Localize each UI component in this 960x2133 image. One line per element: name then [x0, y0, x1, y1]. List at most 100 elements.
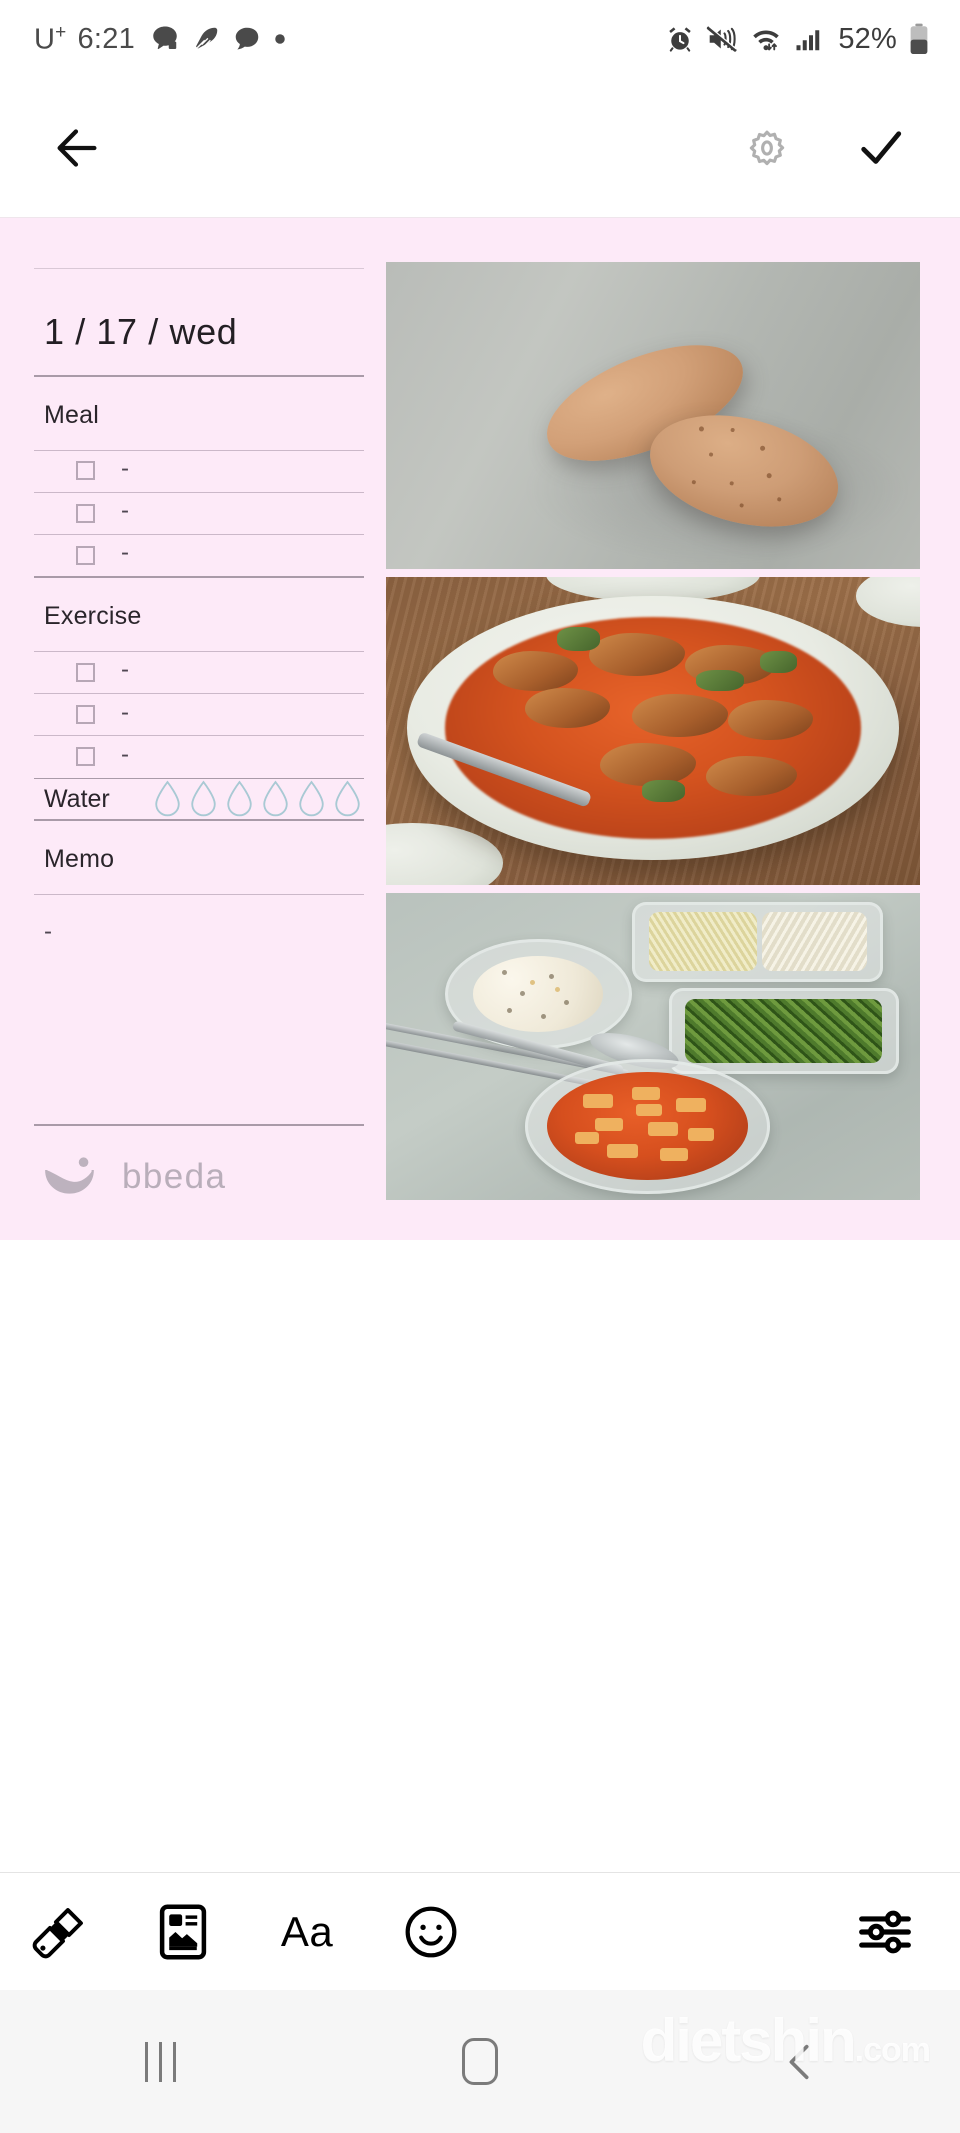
exercise-row-3[interactable]: - — [34, 736, 364, 778]
phone-screen: U+ 6:21 52% 1 / 17 / wed Meal - - - Exer… — [0, 0, 960, 2133]
brand-footer: bbeda — [34, 1126, 364, 1200]
meal-checkbox-2[interactable] — [76, 503, 95, 523]
canvas-empty-area — [0, 1240, 960, 1872]
battery-percent: 52% — [838, 22, 897, 55]
smiley-face-icon — [405, 1906, 457, 1957]
meal-row-1[interactable]: - — [34, 450, 364, 492]
status-clock: 6:21 — [77, 22, 136, 55]
meat-chunk-2 — [588, 632, 686, 676]
water-label: Water — [44, 784, 110, 813]
confirm-save-button[interactable] — [844, 111, 918, 185]
section-title-exercise: Exercise — [44, 601, 142, 630]
meal-checkbox-1[interactable] — [76, 461, 95, 481]
exercise-value-3: - — [121, 740, 129, 768]
photo-braised-dish[interactable] — [386, 577, 920, 885]
nav-recents-button[interactable] — [100, 2002, 220, 2122]
photo-lunch-boxes[interactable] — [386, 892, 920, 1200]
text-tool[interactable]: Aa — [274, 1899, 340, 1965]
multigrain-rice — [473, 956, 604, 1032]
water-drop-icon-2[interactable] — [188, 779, 219, 819]
date-field[interactable]: 1 / 17 / wed — [34, 269, 364, 375]
toolbar-tools: Aa — [26, 1899, 464, 1965]
exercise-checkbox-1[interactable] — [76, 662, 95, 682]
status-bar-right: 52% — [665, 23, 930, 56]
green-onion-2 — [695, 669, 744, 692]
photo-eggs[interactable] — [386, 262, 920, 570]
app-bar — [0, 78, 960, 218]
alarm-icon — [669, 27, 692, 52]
nav-back-button[interactable] — [740, 2002, 860, 2122]
exercise-value-2: - — [121, 698, 129, 726]
diary-form: 1 / 17 / wed Meal - - - Exercise - - - W… — [34, 260, 364, 1200]
feather-icon — [196, 27, 218, 49]
water-drop-tracker — [152, 779, 363, 819]
green-onion-4 — [759, 651, 798, 673]
water-drop-icon-3[interactable] — [224, 779, 255, 819]
container-greens — [669, 987, 899, 1074]
memo-field[interactable]: - — [34, 894, 364, 1124]
section-title-meal: Meal — [44, 400, 99, 429]
text-format-icon: Aa — [280, 1907, 334, 1955]
bean-sprouts — [649, 912, 758, 972]
date-value: 1 / 17 / wed — [44, 311, 238, 353]
water-row: Water — [34, 779, 364, 819]
meal-checkbox-3[interactable] — [76, 545, 95, 565]
meal-value-3: - — [121, 539, 129, 567]
water-drop-icon-1[interactable] — [152, 779, 183, 819]
status-bar: U+ 6:21 52% — [0, 0, 960, 78]
editor-toolbar: Aa — [0, 1872, 960, 1990]
back-button[interactable] — [40, 111, 114, 185]
battery-icon — [910, 23, 928, 55]
photo-column — [386, 260, 920, 1200]
android-nav-bar: dietshin.com — [0, 1990, 960, 2133]
check-icon — [861, 130, 902, 164]
container-stew — [524, 1058, 771, 1194]
kimchi-radish-stew — [546, 1071, 749, 1181]
water-drop-icon-5[interactable] — [296, 779, 327, 819]
water-drop-icon-6[interactable] — [332, 779, 363, 819]
speech-bubble-icon — [235, 27, 259, 50]
recents-icon — [144, 2041, 176, 2082]
green-onion-3 — [642, 780, 686, 802]
meal-value-2: - — [121, 497, 129, 525]
nav-home-button[interactable] — [420, 2002, 540, 2122]
kakao-icon — [153, 26, 177, 50]
exercise-checkbox-3[interactable] — [76, 747, 95, 767]
sticker-tool[interactable] — [398, 1899, 464, 1965]
bbeda-bowl-logo-icon — [45, 1157, 94, 1194]
exercise-value-1: - — [121, 656, 129, 684]
gear-icon — [749, 130, 785, 165]
home-icon — [462, 2038, 498, 2085]
green-onion-1 — [556, 626, 600, 652]
exercise-row-1[interactable]: - — [34, 651, 364, 693]
section-title-memo: Memo — [44, 844, 115, 873]
meal-row-3[interactable]: - — [34, 535, 364, 577]
exercise-checkbox-2[interactable] — [76, 705, 95, 724]
meal-row-2[interactable]: - — [34, 492, 364, 534]
carrier-label: U+ — [34, 21, 67, 56]
memo-value: - — [44, 918, 52, 946]
settings-button[interactable] — [730, 111, 804, 185]
status-bar-left: U+ 6:21 — [34, 22, 287, 57]
signal-icon — [796, 30, 820, 51]
sliders-icon — [859, 1910, 911, 1953]
exercise-row-2[interactable]: - — [34, 694, 364, 736]
brand-name: bbeda — [122, 1156, 227, 1196]
paint-brush-icon — [32, 1907, 83, 1958]
mute-icon — [707, 26, 737, 52]
diary-card: 1 / 17 / wed Meal - - - Exercise - - - W… — [0, 218, 960, 1240]
back-arrow-icon — [57, 128, 97, 167]
adjust-settings-button[interactable] — [852, 1899, 918, 1965]
template-card-icon — [159, 1904, 207, 1959]
template-tool[interactable] — [150, 1899, 216, 1965]
container-sprouts — [631, 901, 883, 982]
wifi-icon — [753, 30, 780, 51]
nav-back-icon — [789, 2044, 809, 2079]
meat-chunk-8 — [706, 755, 798, 796]
brush-tool[interactable] — [26, 1899, 92, 1965]
seasoned-greens — [685, 998, 883, 1063]
water-drop-icon-4[interactable] — [260, 779, 291, 819]
dot-icon — [275, 34, 285, 44]
seasoned-radish — [762, 912, 868, 972]
meal-value-1: - — [121, 454, 129, 482]
